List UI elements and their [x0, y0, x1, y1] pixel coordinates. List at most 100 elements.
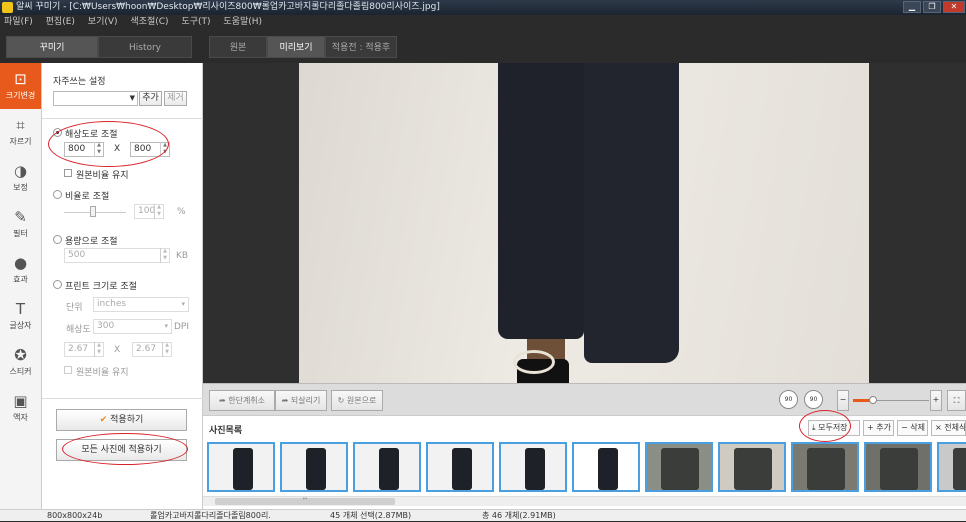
check-icon: ✔: [99, 415, 108, 425]
dpi-label: 해상도: [66, 325, 91, 335]
print-keep-ratio-checkbox[interactable]: [64, 366, 72, 374]
photo-list-title: 사진목록: [209, 426, 243, 436]
rotate-right-button[interactable]: 90: [804, 390, 823, 409]
redo-button[interactable]: ➦ 되살리기: [275, 390, 327, 411]
thumbnail-subject: [953, 448, 966, 490]
sidebar-item-effect[interactable]: ● 효과: [0, 247, 41, 293]
photo-list-scrollbar[interactable]: ''': [203, 496, 966, 506]
preset-select[interactable]: ▼: [53, 91, 138, 106]
close-button[interactable]: ✕: [943, 1, 965, 13]
capacity-radio[interactable]: [53, 235, 62, 244]
tab-original[interactable]: 원본: [209, 36, 267, 58]
print-times-label: X: [114, 345, 121, 355]
sidebar-item-frame[interactable]: ▣ 액자: [0, 385, 41, 431]
print-height-stepper[interactable]: ▲ ▼: [162, 342, 171, 357]
image-preview[interactable]: [203, 63, 966, 383]
menu-view[interactable]: 보기(V): [88, 17, 118, 27]
menu-file[interactable]: 파일(F): [4, 17, 33, 27]
sidebar-item-adjust[interactable]: ◑ 보정: [0, 155, 41, 201]
preset-add-button[interactable]: 추가: [139, 91, 162, 106]
delete-all-button[interactable]: × 전체삭제: [931, 420, 966, 436]
menu-help[interactable]: 도움말(H): [223, 17, 262, 27]
title-bar: 알씨 꾸미기 - [C:₩Users₩hoon₩Desktop₩리사이즈800₩…: [0, 0, 966, 15]
menu-bar: 파일(F) 편집(E) 보기(V) 색조절(C) 도구(T) 도움말(H): [0, 15, 966, 30]
print-width-stepper[interactable]: ▲ ▼: [94, 342, 103, 357]
thumbnail-subject: [233, 448, 253, 490]
tab-decorate[interactable]: 꾸미기: [6, 36, 98, 58]
status-total: 총 46 개체(2.91MB): [482, 511, 556, 520]
photo-thumbnail[interactable]: [718, 442, 786, 492]
photo-thumbnail[interactable]: [499, 442, 567, 492]
ratio-slider-handle[interactable]: [90, 206, 96, 217]
keep-ratio-label: 원본비율 유지: [76, 171, 129, 181]
reset-button[interactable]: ↻ 원본으로: [331, 390, 383, 411]
photo-thumbnail[interactable]: [353, 442, 421, 492]
app-icon: [2, 2, 13, 13]
undo-icon: ➦: [218, 396, 226, 405]
sidebar-item-text[interactable]: T 글상자: [0, 293, 41, 339]
zoom-slider-handle[interactable]: [869, 396, 877, 404]
dpi-unit: DPI: [174, 322, 190, 332]
tab-history[interactable]: History: [98, 36, 192, 58]
trouser-left-leg: [498, 63, 584, 339]
add-photo-button[interactable]: + 추가: [863, 420, 894, 436]
sidebar-item-crop[interactable]: ⌗ 자르기: [0, 109, 41, 155]
window-title: 알씨 꾸미기 - [C:₩Users₩hoon₩Desktop₩리사이즈800₩…: [16, 2, 440, 12]
redo-icon: ➦: [281, 396, 289, 405]
annotation-circle: [62, 433, 188, 465]
rotate-left-button[interactable]: 90: [779, 390, 798, 409]
zoom-in-button[interactable]: +: [930, 390, 942, 411]
photo-thumbnail[interactable]: [280, 442, 348, 492]
scrollbar-thumb[interactable]: ''': [215, 498, 395, 505]
tab-applied[interactable]: 적용전 : 적용후: [325, 36, 397, 58]
sidebar-item-resize[interactable]: ⊡ 크기변경: [0, 63, 41, 109]
unit-select[interactable]: inches ▾: [93, 297, 189, 312]
fit-screen-icon[interactable]: ⛶: [947, 390, 966, 411]
capacity-unit: KB: [176, 251, 189, 261]
ratio-radio[interactable]: [53, 190, 62, 199]
photo-thumbnail[interactable]: [791, 442, 859, 492]
photo-thumbnail[interactable]: [572, 442, 640, 492]
print-radio[interactable]: [53, 280, 62, 289]
status-filename: 롤업카고바지롤다리졸다졸림800리.: [150, 511, 271, 520]
delete-photo-button[interactable]: − 삭제: [897, 420, 928, 436]
menu-color[interactable]: 색조절(C): [130, 17, 168, 27]
menu-tools[interactable]: 도구(T): [181, 17, 210, 27]
zoom-out-button[interactable]: −: [837, 390, 849, 411]
minimize-button[interactable]: ▁: [903, 1, 921, 13]
tab-preview[interactable]: 미리보기: [267, 36, 325, 58]
annotation-circle: [48, 121, 169, 167]
sidebar-item-sticker[interactable]: ✪ 스티커: [0, 339, 41, 385]
preset-remove-button[interactable]: 제거: [164, 91, 187, 106]
keep-ratio-checkbox[interactable]: [64, 169, 72, 177]
text-icon: T: [15, 300, 26, 318]
maximize-button[interactable]: ❐: [923, 1, 941, 13]
capacity-label: 용량으로 조절: [65, 237, 118, 247]
resize-panel: 자주쓰는 설정 ▼ 추가 제거 해상도로 조절 800 ▲ ▼ X 800 ▲ ▼ …: [42, 63, 203, 509]
status-dimensions: 800x800x24b: [47, 511, 103, 520]
capacity-stepper[interactable]: ▲ ▼: [160, 248, 169, 263]
chevron-down-icon: ▾: [164, 322, 168, 330]
sidebar-item-filter[interactable]: ✎ 필터: [0, 201, 41, 247]
apply-button[interactable]: ✔ 적용하기: [56, 409, 187, 431]
undo-button[interactable]: ➦ 한단계취소: [209, 390, 275, 411]
thumbnail-subject: [452, 448, 472, 490]
effect-icon: ●: [13, 254, 28, 272]
photo-thumbnail[interactable]: [207, 442, 275, 492]
capacity-input[interactable]: 500: [64, 248, 170, 263]
ratio-stepper[interactable]: ▲ ▼: [154, 204, 163, 219]
ratio-unit: %: [177, 207, 186, 217]
resize-icon: ⊡: [14, 70, 27, 88]
ratio-label: 비율로 조절: [65, 192, 110, 202]
print-keep-ratio-label: 원본비율 유지: [76, 368, 129, 378]
status-bar: 800x800x24b 롤업카고바지롤다리졸다졸림800리. 45 개체 선택(…: [0, 509, 966, 521]
chevron-down-icon: ▼: [129, 94, 135, 102]
dpi-select[interactable]: 300 ▾: [93, 319, 172, 334]
photo-thumbnail[interactable]: [426, 442, 494, 492]
photo-thumbnail[interactable]: [937, 442, 966, 492]
menu-edit[interactable]: 편집(E): [46, 17, 75, 27]
photo-thumbnail[interactable]: [645, 442, 713, 492]
thumbnail-subject: [734, 448, 772, 490]
photo-thumbnail[interactable]: [864, 442, 932, 492]
tool-sidebar: ⊡ 크기변경 ⌗ 자르기 ◑ 보정 ✎ 필터 ● 효과 T 글상자 ✪ 스티커 ▣ 액자: [0, 63, 42, 509]
